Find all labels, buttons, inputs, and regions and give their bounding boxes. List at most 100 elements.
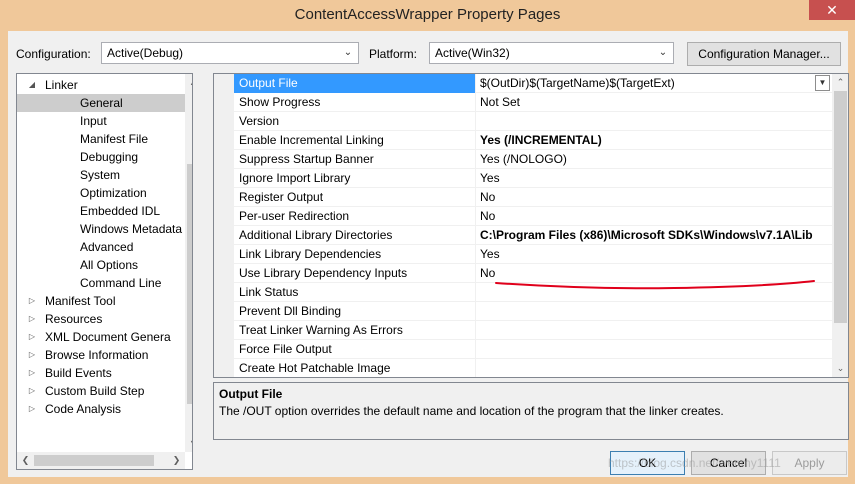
grid-vertical-scrollbar[interactable]: ⌃ ⌄ — [832, 74, 848, 377]
property-row[interactable]: Link Library Dependencies Yes — [214, 245, 832, 264]
collapsed-triangle-icon[interactable]: ▷ — [27, 328, 37, 346]
row-margin — [214, 112, 234, 131]
tree-item[interactable]: Embedded IDL — [17, 202, 185, 220]
collapsed-triangle-icon[interactable]: ▷ — [27, 346, 37, 364]
close-button[interactable]: ✕ — [809, 0, 855, 20]
property-value-text: Yes (/INCREMENTAL) — [480, 133, 602, 147]
scroll-up-icon[interactable]: ⌃ — [832, 74, 848, 91]
window-title: ContentAccessWrapper Property Pages — [294, 6, 561, 23]
apply-button[interactable]: Apply — [772, 451, 847, 475]
tree-item[interactable]: ◢ Linker — [29, 76, 185, 94]
property-value[interactable]: No — [476, 207, 832, 226]
tree-horizontal-thumb[interactable] — [34, 455, 154, 466]
tree-item[interactable]: Manifest File — [17, 130, 185, 148]
property-value[interactable] — [476, 359, 832, 377]
property-name[interactable]: Register Output — [234, 188, 476, 207]
property-name[interactable]: Force File Output — [234, 340, 476, 359]
property-row[interactable]: Version — [214, 112, 832, 131]
property-name[interactable]: Link Library Dependencies — [234, 245, 476, 264]
property-value[interactable] — [476, 340, 832, 359]
collapsed-triangle-icon[interactable]: ▷ — [27, 400, 37, 418]
property-name[interactable]: Link Status — [234, 283, 476, 302]
property-name[interactable]: Per-user Redirection — [234, 207, 476, 226]
property-value[interactable] — [476, 112, 832, 131]
property-name[interactable]: Output File — [234, 74, 476, 93]
tree-item[interactable]: ▷ Build Events — [29, 364, 185, 382]
tree-item[interactable]: ▷ Code Analysis — [29, 400, 185, 418]
property-name[interactable]: Ignore Import Library — [234, 169, 476, 188]
property-value[interactable]: Not Set — [476, 93, 832, 112]
property-row[interactable]: Per-user Redirection No — [214, 207, 832, 226]
property-value[interactable]: No — [476, 188, 832, 207]
scroll-down-icon[interactable]: ⌄ — [832, 360, 848, 377]
property-value[interactable]: $(OutDir)$(TargetName)$(TargetExt) ▼ — [476, 74, 832, 93]
scroll-up-icon[interactable]: ▲ — [185, 74, 192, 91]
property-row[interactable]: Ignore Import Library Yes — [214, 169, 832, 188]
property-row[interactable]: Prevent Dll Binding — [214, 302, 832, 321]
property-value[interactable]: C:\Program Files (x86)\Microsoft SDKs\Wi… — [476, 226, 832, 245]
tree-horizontal-scrollbar[interactable]: ❮ ❯ — [17, 452, 185, 469]
property-grid[interactable]: Output File $(OutDir)$(TargetName)$(Targe… — [213, 73, 849, 378]
property-name[interactable]: Additional Library Directories — [234, 226, 476, 245]
configuration-manager-button[interactable]: Configuration Manager... — [687, 42, 841, 66]
scroll-down-icon[interactable]: ▼ — [185, 435, 192, 452]
tree-item[interactable]: ▷ Browse Information — [29, 346, 185, 364]
property-row[interactable]: Output File $(OutDir)$(TargetName)$(Targe… — [214, 74, 832, 93]
property-value[interactable]: Yes (/NOLOGO) — [476, 150, 832, 169]
collapsed-triangle-icon[interactable]: ▷ — [27, 364, 37, 382]
grid-vertical-thumb[interactable] — [834, 91, 847, 323]
property-name[interactable]: Suppress Startup Banner — [234, 150, 476, 169]
tree-item-label: Build Events — [45, 366, 112, 380]
property-value-text: C:\Program Files (x86)\Microsoft SDKs\Wi… — [480, 228, 813, 242]
tree-vertical-thumb[interactable] — [187, 164, 192, 404]
property-name[interactable]: Create Hot Patchable Image — [234, 359, 476, 377]
property-row[interactable]: Treat Linker Warning As Errors — [214, 321, 832, 340]
property-value[interactable] — [476, 302, 832, 321]
tree-item[interactable]: ▷ Custom Build Step — [29, 382, 185, 400]
tree-item[interactable]: Debugging — [17, 148, 185, 166]
collapsed-triangle-icon[interactable]: ▷ — [27, 382, 37, 400]
scroll-left-icon[interactable]: ❮ — [17, 452, 34, 469]
property-name[interactable]: Version — [234, 112, 476, 131]
property-tree[interactable]: ◢ Linker General Input Manifest File Debuggin… — [16, 73, 193, 470]
tree-item-label: Advanced — [80, 240, 134, 254]
property-value[interactable]: Yes (/INCREMENTAL) — [476, 131, 832, 150]
configuration-combo[interactable]: Active(Debug) ⌄ — [101, 42, 359, 64]
property-value-text: No — [480, 209, 496, 223]
tree-item[interactable]: ▷ Resources — [29, 310, 185, 328]
tree-item[interactable]: Advanced — [17, 238, 185, 256]
property-row[interactable]: Suppress Startup Banner Yes (/NOLOGO) — [214, 150, 832, 169]
collapsed-triangle-icon[interactable]: ▷ — [27, 310, 37, 328]
property-name[interactable]: Treat Linker Warning As Errors — [234, 321, 476, 340]
scroll-right-icon[interactable]: ❯ — [168, 452, 185, 469]
tree-item[interactable]: Optimization — [17, 184, 185, 202]
property-row[interactable]: Additional Library Directories C:\Program… — [214, 226, 832, 245]
property-row[interactable]: Register Output No — [214, 188, 832, 207]
tree-item[interactable]: System — [17, 166, 185, 184]
property-name[interactable]: Prevent Dll Binding — [234, 302, 476, 321]
property-value[interactable]: Yes — [476, 245, 832, 264]
property-row[interactable]: Enable Incremental Linking Yes (/INCREMEN… — [214, 131, 832, 150]
tree-item[interactable]: General — [17, 94, 185, 112]
property-value[interactable]: Yes — [476, 169, 832, 188]
expanded-triangle-icon[interactable]: ◢ — [27, 76, 37, 94]
property-value[interactable] — [476, 321, 832, 340]
property-row[interactable]: Create Hot Patchable Image — [214, 359, 832, 377]
property-row[interactable]: Show Progress Not Set — [214, 93, 832, 112]
property-name[interactable]: Use Library Dependency Inputs — [234, 264, 476, 283]
dropdown-arrow-icon[interactable]: ▼ — [815, 75, 830, 91]
row-margin — [214, 340, 234, 359]
tree-vertical-scrollbar[interactable]: ▲ ▼ — [185, 74, 192, 452]
collapsed-triangle-icon[interactable]: ▷ — [27, 292, 37, 310]
tree-item-label: Linker — [45, 78, 78, 92]
tree-item[interactable]: Command Line — [17, 274, 185, 292]
property-row[interactable]: Force File Output — [214, 340, 832, 359]
tree-item[interactable]: Input — [17, 112, 185, 130]
tree-item[interactable]: All Options — [17, 256, 185, 274]
property-name[interactable]: Show Progress — [234, 93, 476, 112]
property-name[interactable]: Enable Incremental Linking — [234, 131, 476, 150]
platform-combo[interactable]: Active(Win32) ⌄ — [429, 42, 674, 64]
tree-item[interactable]: ▷ Manifest Tool — [29, 292, 185, 310]
tree-item[interactable]: Windows Metadata — [17, 220, 185, 238]
tree-item[interactable]: ▷ XML Document Genera — [29, 328, 185, 346]
